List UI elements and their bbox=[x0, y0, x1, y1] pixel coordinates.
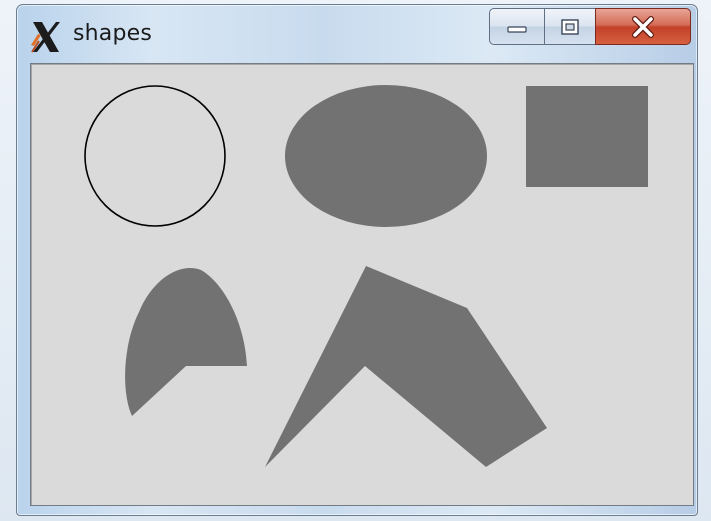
filled-polygon bbox=[265, 266, 547, 467]
maximize-icon bbox=[561, 18, 579, 35]
window-title: shapes bbox=[73, 21, 153, 46]
app-window: shapes bbox=[16, 4, 698, 516]
filled-pie-slice bbox=[125, 267, 247, 416]
outlined-circle bbox=[84, 85, 226, 227]
filled-rectangle bbox=[526, 86, 648, 187]
close-button[interactable] bbox=[595, 8, 691, 45]
shapes-canvas bbox=[84, 85, 648, 467]
title-bar[interactable]: shapes bbox=[17, 5, 697, 63]
drawing-area bbox=[30, 63, 694, 506]
minimize-icon bbox=[507, 25, 527, 33]
maximize-button[interactable] bbox=[544, 8, 596, 45]
filled-ellipse bbox=[285, 85, 487, 227]
x11-icon bbox=[31, 22, 60, 53]
minimize-button[interactable] bbox=[489, 8, 545, 45]
close-icon bbox=[632, 15, 654, 38]
